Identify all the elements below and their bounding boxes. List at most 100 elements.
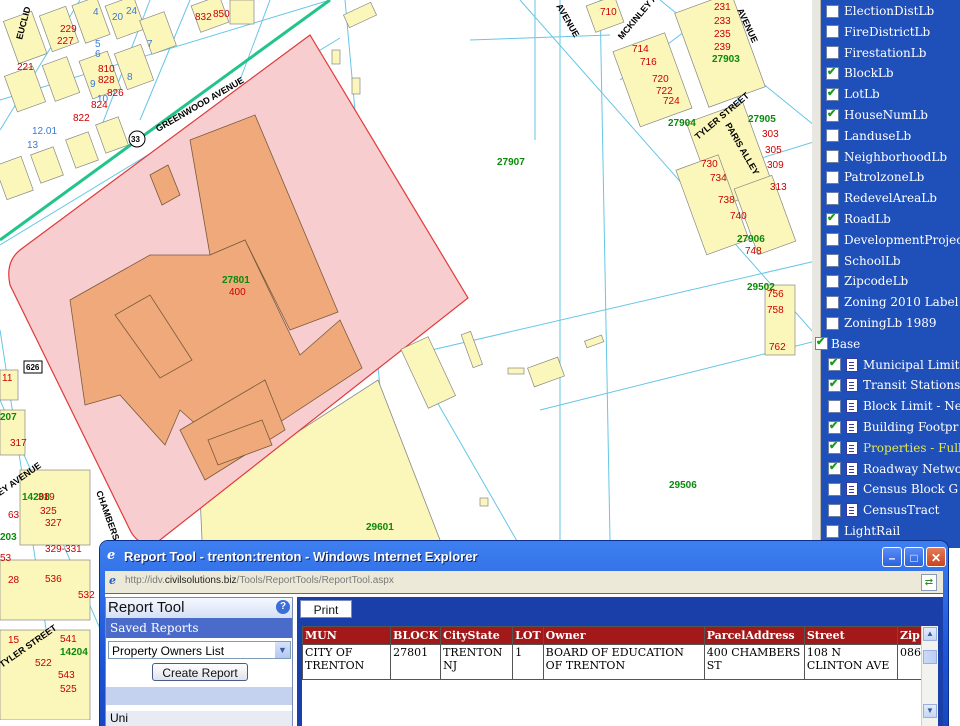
create-report-button[interactable]: Create Report	[152, 663, 248, 681]
layer-item[interactable]: NeighborhoodLb	[826, 147, 947, 167]
table-cell: BOARD OF EDUCATION OF TRENTON	[542, 644, 705, 680]
checkbox-unchecked-icon[interactable]	[826, 274, 839, 288]
layer-item[interactable]: Roadway Netwo	[828, 459, 960, 479]
column-header[interactable]: MUN	[301, 626, 392, 645]
layer-item[interactable]: FirestationLb	[826, 43, 926, 63]
map-label: 12.01	[32, 126, 57, 137]
layer-item[interactable]: LanduseLb	[826, 126, 911, 146]
checkbox-unchecked-icon[interactable]	[826, 254, 839, 268]
layer-item[interactable]: RoadLb	[826, 209, 891, 229]
address-bar[interactable]: e http://idv.civilsolutions.biz/Tools/Re…	[105, 571, 943, 593]
layer-item[interactable]: SchoolLb	[826, 251, 901, 271]
results-table-area: MUN BLOCK CityState LOT Owner ParcelAddress St…	[301, 626, 939, 726]
column-header[interactable]: ParcelAddress	[703, 626, 805, 645]
layer-label: Properties - Full Dat	[863, 440, 960, 455]
layer-item[interactable]: Properties - Full Dat	[828, 438, 960, 458]
saved-reports-value: Property Owners List	[112, 644, 225, 658]
map-label: 29601	[366, 522, 394, 533]
checkbox-unchecked-icon[interactable]	[828, 399, 841, 413]
map-label: 325	[40, 506, 57, 517]
column-header[interactable]: BLOCK	[390, 626, 442, 645]
checkbox-checked-icon[interactable]	[828, 377, 841, 392]
layer-item[interactable]: ElectionDistLb	[826, 1, 934, 21]
layer-item[interactable]: RedevelAreaLb	[826, 188, 937, 208]
compatibility-icon[interactable]: ⇄	[921, 574, 937, 591]
layer-item[interactable]: LightRail	[826, 521, 900, 541]
checkbox-unchecked-icon[interactable]	[826, 295, 839, 309]
checkbox-checked-icon[interactable]	[815, 335, 828, 351]
layer-list-panel[interactable]: ElectionDistLb FireDistrictLb FirestationL…	[812, 0, 960, 548]
layer-label: FirestationLb	[844, 45, 927, 60]
layer-item[interactable]: Base	[815, 334, 860, 354]
layer-item[interactable]: FireDistrictLb	[826, 22, 930, 42]
chevron-down-icon[interactable]: ▼	[275, 642, 290, 658]
checkbox-unchecked-icon[interactable]	[826, 150, 839, 164]
table-cell: 1	[512, 644, 544, 680]
checkbox-unchecked-icon[interactable]	[826, 4, 839, 18]
map-label: 543	[58, 670, 75, 681]
checkbox-unchecked-icon[interactable]	[826, 233, 839, 247]
column-header[interactable]: Owner	[542, 626, 705, 645]
print-button[interactable]: Print	[300, 600, 352, 618]
checkbox-checked-icon[interactable]	[828, 460, 841, 476]
layer-item[interactable]: PatrolzoneLb	[826, 167, 924, 187]
saved-reports-select[interactable]: Property Owners List ▼	[108, 641, 291, 659]
checkbox-unchecked-icon[interactable]	[826, 524, 839, 538]
report-tool-window[interactable]: e Report Tool - trenton:trenton - Window…	[100, 541, 948, 726]
table-header-row: MUN BLOCK CityState LOT Owner ParcelAddress St…	[301, 626, 939, 645]
checkbox-unchecked-icon[interactable]	[828, 482, 841, 496]
checkbox-checked-icon[interactable]	[826, 107, 839, 122]
layer-item[interactable]: Municipal Limit	[828, 355, 959, 375]
help-icon[interactable]: ?	[276, 600, 290, 614]
map-label: 7	[147, 39, 153, 50]
checkbox-unchecked-icon[interactable]	[826, 316, 839, 330]
checkbox-unchecked-icon[interactable]	[826, 191, 839, 205]
scroll-down-icon[interactable]: ▼	[923, 704, 937, 718]
checkbox-unchecked-icon[interactable]	[826, 25, 839, 39]
layer-item[interactable]: Transit Stations	[828, 375, 960, 395]
saved-reports-header[interactable]: Saved Reports	[106, 618, 292, 638]
table-scrollbar[interactable]: ▲ ▼	[921, 626, 938, 726]
checkbox-checked-icon[interactable]	[828, 356, 841, 372]
scroll-thumb[interactable]	[923, 650, 937, 664]
column-header[interactable]: CityState	[440, 626, 514, 645]
table-row: CITY OF TRENTON 27801 TRENTON NJ 1 BOARD OF …	[301, 644, 939, 680]
checkbox-checked-icon[interactable]	[826, 211, 839, 226]
layer-item[interactable]: HouseNumLb	[826, 105, 928, 125]
close-button[interactable]: ✕	[926, 547, 946, 567]
layer-item[interactable]: Census Block G	[828, 479, 958, 499]
layer-label: DevelopmentProjec	[844, 232, 960, 247]
layer-item[interactable]: Zoning 2010 Label	[826, 292, 958, 312]
scroll-up-icon[interactable]: ▲	[923, 627, 937, 641]
checkbox-unchecked-icon[interactable]	[826, 46, 839, 60]
map-label: MCKINLEY AVENUE	[616, 0, 679, 41]
checkbox-checked-icon[interactable]	[826, 86, 839, 101]
layer-item[interactable]: Building Footpr	[828, 417, 958, 437]
maximize-button[interactable]: □	[904, 547, 924, 567]
layer-label: Roadway Netwo	[863, 461, 960, 476]
checkbox-unchecked-icon[interactable]	[826, 129, 839, 143]
checkbox-unchecked-icon[interactable]	[828, 503, 841, 517]
checkbox-unchecked-icon[interactable]	[826, 170, 839, 184]
layer-item[interactable]: ZipcodeLb	[826, 271, 908, 291]
map-label: 734	[710, 173, 727, 184]
layer-item[interactable]: CensusTract	[828, 500, 940, 520]
column-header[interactable]: LOT	[512, 626, 544, 645]
address-url[interactable]: http://idv.civilsolutions.biz/Tools/Repo…	[125, 575, 394, 586]
layer-item[interactable]: BlockLb	[826, 63, 894, 83]
map-label: 525	[60, 684, 77, 695]
layer-item[interactable]: Block Limit - Ne	[828, 396, 960, 416]
checkbox-checked-icon[interactable]	[828, 419, 841, 434]
layer-label: LanduseLb	[844, 128, 912, 143]
title-bar[interactable]: e Report Tool - trenton:trenton - Window…	[100, 541, 948, 571]
checkbox-checked-icon[interactable]	[826, 65, 839, 80]
layer-item[interactable]: DevelopmentProjec	[826, 230, 960, 250]
minimize-button[interactable]: –	[882, 547, 902, 567]
layer-item[interactable]: ZoningLb 1989	[826, 313, 937, 333]
map-label: 748	[745, 246, 762, 257]
column-header[interactable]: Street	[803, 626, 898, 645]
layer-panel-scrollbar[interactable]	[812, 0, 821, 548]
layer-item[interactable]: LotLb	[826, 84, 880, 104]
sidebar-footer-label: Uni	[106, 711, 292, 726]
checkbox-checked-icon[interactable]	[828, 439, 841, 455]
